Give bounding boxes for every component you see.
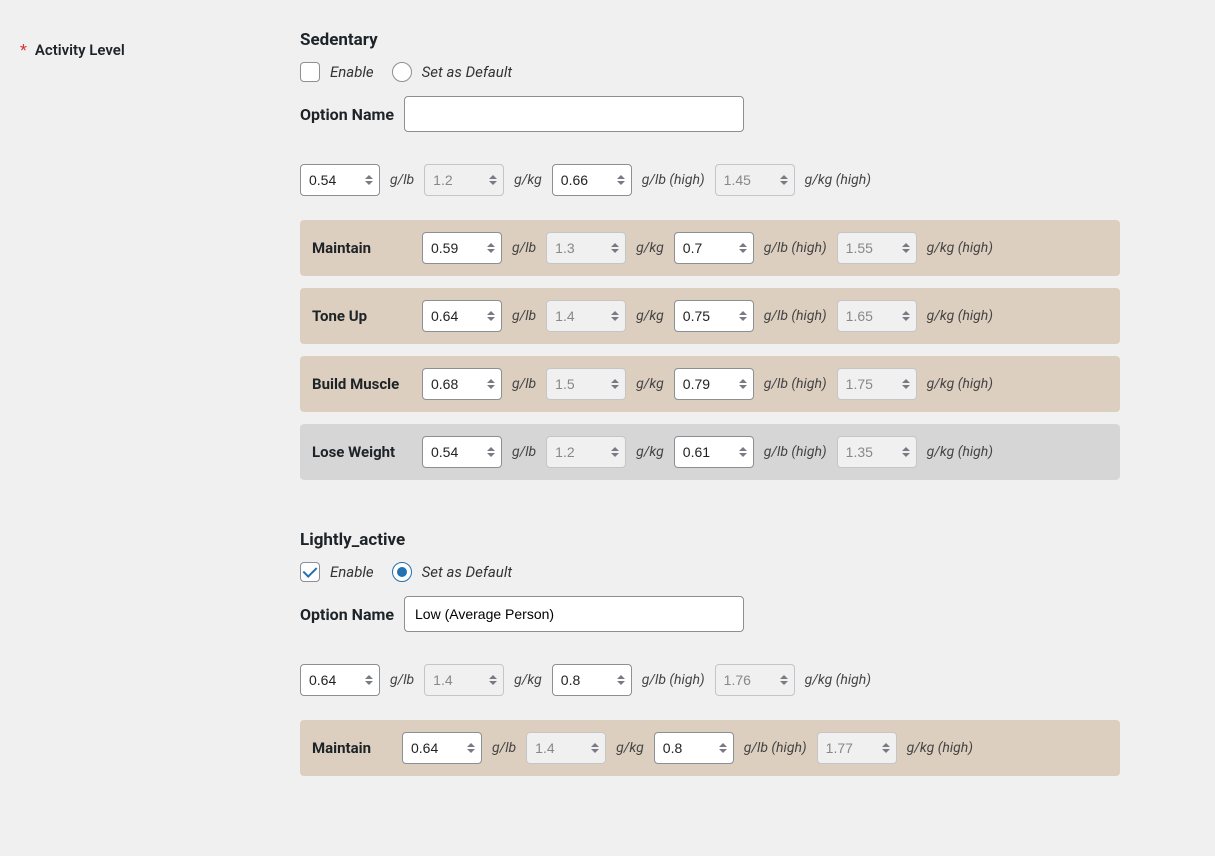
glb-input[interactable]	[300, 164, 380, 196]
unit-glb-high: g/lb (high)	[764, 240, 827, 256]
option-name-input[interactable]	[404, 596, 744, 632]
goal-values-row: Build Muscle g/lb g/kg g/lb (high) g/kg …	[300, 356, 1120, 412]
enable-default-row: Enable Set as Default	[300, 62, 1120, 82]
unit-glb: g/lb	[492, 740, 516, 756]
enable-label: Enable	[330, 563, 374, 581]
gkg-input	[424, 164, 504, 196]
goal-label: Maintain	[312, 239, 412, 257]
unit-gkg-high: g/kg (high)	[927, 308, 993, 324]
unit-glb: g/lb	[512, 308, 536, 324]
unit-gkg-high: g/kg (high)	[805, 172, 871, 188]
unit-glb-high: g/lb (high)	[642, 672, 705, 688]
glb-high-input[interactable]	[654, 732, 734, 764]
gkg-high-input	[837, 300, 917, 332]
unit-gkg-high: g/kg (high)	[907, 740, 973, 756]
default-label: Set as Default	[422, 63, 512, 81]
gkg-high-input	[817, 732, 897, 764]
glb-high-input[interactable]	[674, 300, 754, 332]
gkg-high-input	[837, 436, 917, 468]
unit-gkg-high: g/kg (high)	[927, 240, 993, 256]
unit-gkg: g/kg	[636, 376, 664, 392]
level-title: Lightly_active	[300, 530, 1120, 550]
unit-gkg: g/kg	[636, 444, 664, 460]
goal-label: Lose Weight	[312, 443, 412, 461]
gkg-high-input	[715, 664, 795, 696]
unit-glb-high: g/lb (high)	[764, 308, 827, 324]
unit-gkg-high: g/kg (high)	[927, 444, 993, 460]
goal-values-row: Maintain g/lb g/kg g/lb (high) g/kg (hig…	[300, 720, 1120, 776]
gkg-input	[546, 368, 626, 400]
glb-high-input[interactable]	[674, 368, 754, 400]
field-label-activity-level: Activity Level	[35, 41, 125, 59]
required-marker: *	[20, 40, 27, 59]
option-name-label: Option Name	[300, 105, 394, 124]
unit-glb-high: g/lb (high)	[744, 740, 807, 756]
option-name-input[interactable]	[404, 96, 744, 132]
unit-gkg: g/kg	[636, 308, 664, 324]
gkg-input	[546, 436, 626, 468]
enable-checkbox[interactable]	[300, 62, 320, 82]
glb-high-input[interactable]	[674, 232, 754, 264]
default-radio[interactable]	[392, 562, 412, 582]
base-values-row: g/lb g/kg g/lb (high) g/kg (high)	[300, 652, 1120, 708]
unit-glb: g/lb	[512, 444, 536, 460]
default-radio[interactable]	[392, 62, 412, 82]
unit-gkg-high: g/kg (high)	[805, 672, 871, 688]
level-block: Lightly_active Enable Set as Default Opt…	[300, 530, 1120, 776]
option-name-row: Option Name	[300, 596, 1120, 632]
unit-glb: g/lb	[390, 672, 414, 688]
glb-input[interactable]	[402, 732, 482, 764]
unit-glb-high: g/lb (high)	[642, 172, 705, 188]
gkg-high-input	[837, 232, 917, 264]
goal-values-row: Tone Up g/lb g/kg g/lb (high) g/kg (high…	[300, 288, 1120, 344]
default-label: Set as Default	[422, 563, 512, 581]
gkg-input	[526, 732, 606, 764]
goal-label: Build Muscle	[312, 375, 412, 393]
glb-input[interactable]	[422, 300, 502, 332]
unit-gkg: g/kg	[514, 672, 542, 688]
goal-label: Tone Up	[312, 307, 412, 325]
enable-checkbox[interactable]	[300, 562, 320, 582]
glb-input[interactable]	[422, 436, 502, 468]
unit-glb-high: g/lb (high)	[764, 376, 827, 392]
glb-high-input[interactable]	[674, 436, 754, 468]
unit-glb: g/lb	[512, 376, 536, 392]
glb-input[interactable]	[300, 664, 380, 696]
glb-input[interactable]	[422, 232, 502, 264]
level-block: Sedentary Enable Set as Default Option N…	[300, 30, 1120, 480]
unit-gkg-high: g/kg (high)	[927, 376, 993, 392]
glb-high-input[interactable]	[552, 664, 632, 696]
unit-gkg: g/kg	[514, 172, 542, 188]
glb-high-input[interactable]	[552, 164, 632, 196]
unit-glb-high: g/lb (high)	[764, 444, 827, 460]
unit-glb: g/lb	[390, 172, 414, 188]
level-title: Sedentary	[300, 30, 1120, 50]
option-name-row: Option Name	[300, 96, 1120, 132]
enable-label: Enable	[330, 63, 374, 81]
base-values-row: g/lb g/kg g/lb (high) g/kg (high)	[300, 152, 1120, 208]
enable-default-row: Enable Set as Default	[300, 562, 1120, 582]
gkg-input	[546, 300, 626, 332]
goal-values-row: Maintain g/lb g/kg g/lb (high) g/kg (hig…	[300, 220, 1120, 276]
unit-glb: g/lb	[512, 240, 536, 256]
glb-input[interactable]	[422, 368, 502, 400]
goal-label: Maintain	[312, 739, 392, 757]
unit-gkg: g/kg	[636, 240, 664, 256]
gkg-input	[546, 232, 626, 264]
gkg-input	[424, 664, 504, 696]
option-name-label: Option Name	[300, 605, 394, 624]
goal-values-row: Lose Weight g/lb g/kg g/lb (high) g/kg (…	[300, 424, 1120, 480]
gkg-high-input	[837, 368, 917, 400]
gkg-high-input	[715, 164, 795, 196]
unit-gkg: g/kg	[616, 740, 644, 756]
